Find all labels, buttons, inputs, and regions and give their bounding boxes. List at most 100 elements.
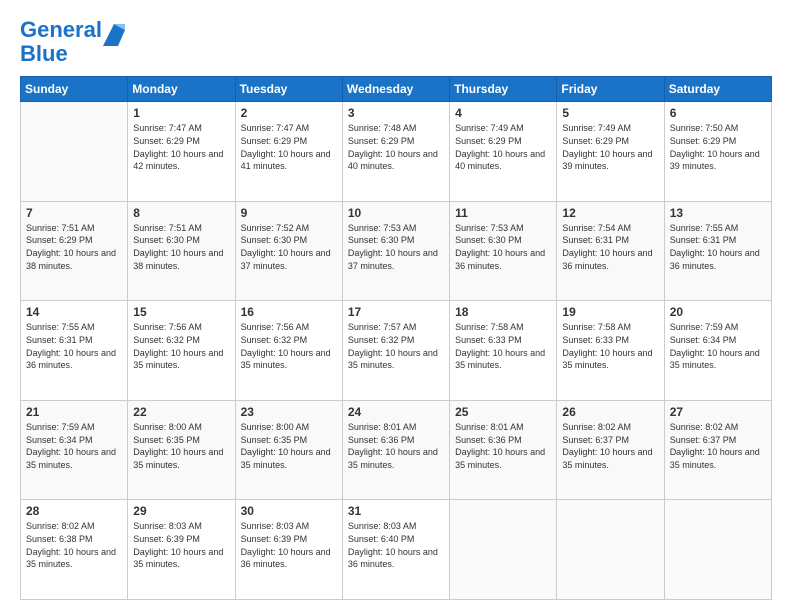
day-header-wednesday: Wednesday <box>342 77 449 102</box>
day-number: 4 <box>455 106 551 120</box>
day-info: Sunrise: 7:47 AM Sunset: 6:29 PM Dayligh… <box>241 122 337 172</box>
calendar-cell: 10 Sunrise: 7:53 AM Sunset: 6:30 PM Dayli… <box>342 201 449 301</box>
logo-blue: Blue <box>20 41 68 66</box>
calendar-cell: 15Sunrise: 7:56 AM Sunset: 6:32 PM Dayli… <box>128 301 235 401</box>
calendar-cell: 4 Sunrise: 7:49 AM Sunset: 6:29 PM Daylig… <box>450 102 557 202</box>
calendar-week-row: 28Sunrise: 8:02 AM Sunset: 6:38 PM Dayli… <box>21 500 772 600</box>
day-info: Sunrise: 7:50 AM Sunset: 6:29 PM Dayligh… <box>670 122 766 172</box>
calendar-cell: 8 Sunrise: 7:51 AM Sunset: 6:30 PM Daylig… <box>128 201 235 301</box>
day-number: 23 <box>241 405 337 419</box>
calendar-cell: 14Sunrise: 7:55 AM Sunset: 6:31 PM Dayli… <box>21 301 128 401</box>
calendar-week-row: 14Sunrise: 7:55 AM Sunset: 6:31 PM Dayli… <box>21 301 772 401</box>
day-number: 19 <box>562 305 658 319</box>
calendar-cell: 2 Sunrise: 7:47 AM Sunset: 6:29 PM Daylig… <box>235 102 342 202</box>
day-info: Sunrise: 7:53 AM Sunset: 6:30 PM Dayligh… <box>455 222 551 272</box>
day-number: 10 <box>348 206 444 220</box>
day-header-thursday: Thursday <box>450 77 557 102</box>
day-info: Sunrise: 7:56 AM Sunset: 6:32 PM Dayligh… <box>133 321 229 371</box>
day-header-friday: Friday <box>557 77 664 102</box>
logo-chevron-icon <box>103 18 125 46</box>
day-number: 5 <box>562 106 658 120</box>
day-info: Sunrise: 7:59 AM Sunset: 6:34 PM Dayligh… <box>670 321 766 371</box>
day-number: 14 <box>26 305 122 319</box>
day-header-sunday: Sunday <box>21 77 128 102</box>
calendar-cell: 19 Sunrise: 7:58 AM Sunset: 6:33 PM Dayli… <box>557 301 664 401</box>
day-info: Sunrise: 8:03 AM Sunset: 6:39 PM Dayligh… <box>241 520 337 570</box>
day-number: 29 <box>133 504 229 518</box>
calendar-cell: 29 Sunrise: 8:03 AM Sunset: 6:39 PM Dayli… <box>128 500 235 600</box>
day-number: 18 <box>455 305 551 319</box>
calendar-week-row: 21Sunrise: 7:59 AM Sunset: 6:34 PM Dayli… <box>21 400 772 500</box>
day-number: 6 <box>670 106 766 120</box>
day-header-saturday: Saturday <box>664 77 771 102</box>
day-header-monday: Monday <box>128 77 235 102</box>
calendar-cell: 5 Sunrise: 7:49 AM Sunset: 6:29 PM Daylig… <box>557 102 664 202</box>
calendar-cell <box>450 500 557 600</box>
day-number: 27 <box>670 405 766 419</box>
calendar-cell: 9 Sunrise: 7:52 AM Sunset: 6:30 PM Daylig… <box>235 201 342 301</box>
calendar-cell: 13 Sunrise: 7:55 AM Sunset: 6:31 PM Dayli… <box>664 201 771 301</box>
day-number: 3 <box>348 106 444 120</box>
day-number: 1 <box>133 106 229 120</box>
calendar-cell: 26 Sunrise: 8:02 AM Sunset: 6:37 PM Dayli… <box>557 400 664 500</box>
calendar-header-row: SundayMondayTuesdayWednesdayThursdayFrid… <box>21 77 772 102</box>
calendar-cell: 30Sunrise: 8:03 AM Sunset: 6:39 PM Dayli… <box>235 500 342 600</box>
day-info: Sunrise: 8:02 AM Sunset: 6:38 PM Dayligh… <box>26 520 122 570</box>
day-number: 17 <box>348 305 444 319</box>
day-info: Sunrise: 7:53 AM Sunset: 6:30 PM Dayligh… <box>348 222 444 272</box>
calendar-cell: 11 Sunrise: 7:53 AM Sunset: 6:30 PM Dayli… <box>450 201 557 301</box>
day-number: 26 <box>562 405 658 419</box>
day-number: 31 <box>348 504 444 518</box>
day-number: 13 <box>670 206 766 220</box>
logo-general: General <box>20 17 102 42</box>
calendar-week-row: 1 Sunrise: 7:47 AM Sunset: 6:29 PM Daylig… <box>21 102 772 202</box>
day-number: 8 <box>133 206 229 220</box>
day-info: Sunrise: 7:49 AM Sunset: 6:29 PM Dayligh… <box>455 122 551 172</box>
calendar-cell: 27Sunrise: 8:02 AM Sunset: 6:37 PM Dayli… <box>664 400 771 500</box>
day-info: Sunrise: 7:49 AM Sunset: 6:29 PM Dayligh… <box>562 122 658 172</box>
day-number: 12 <box>562 206 658 220</box>
day-info: Sunrise: 7:55 AM Sunset: 6:31 PM Dayligh… <box>670 222 766 272</box>
calendar-cell: 6 Sunrise: 7:50 AM Sunset: 6:29 PM Daylig… <box>664 102 771 202</box>
calendar-cell: 31Sunrise: 8:03 AM Sunset: 6:40 PM Dayli… <box>342 500 449 600</box>
day-info: Sunrise: 7:51 AM Sunset: 6:30 PM Dayligh… <box>133 222 229 272</box>
day-header-tuesday: Tuesday <box>235 77 342 102</box>
day-info: Sunrise: 8:02 AM Sunset: 6:37 PM Dayligh… <box>562 421 658 471</box>
day-number: 25 <box>455 405 551 419</box>
calendar-cell: 1 Sunrise: 7:47 AM Sunset: 6:29 PM Daylig… <box>128 102 235 202</box>
calendar-week-row: 7 Sunrise: 7:51 AM Sunset: 6:29 PM Daylig… <box>21 201 772 301</box>
day-number: 9 <box>241 206 337 220</box>
calendar-cell: 7 Sunrise: 7:51 AM Sunset: 6:29 PM Daylig… <box>21 201 128 301</box>
day-number: 24 <box>348 405 444 419</box>
calendar-cell: 25 Sunrise: 8:01 AM Sunset: 6:36 PM Dayli… <box>450 400 557 500</box>
day-info: Sunrise: 7:54 AM Sunset: 6:31 PM Dayligh… <box>562 222 658 272</box>
calendar-cell: 21Sunrise: 7:59 AM Sunset: 6:34 PM Dayli… <box>21 400 128 500</box>
day-info: Sunrise: 7:56 AM Sunset: 6:32 PM Dayligh… <box>241 321 337 371</box>
day-info: Sunrise: 7:47 AM Sunset: 6:29 PM Dayligh… <box>133 122 229 172</box>
day-info: Sunrise: 7:51 AM Sunset: 6:29 PM Dayligh… <box>26 222 122 272</box>
calendar-cell: 28Sunrise: 8:02 AM Sunset: 6:38 PM Dayli… <box>21 500 128 600</box>
calendar-cell: 22Sunrise: 8:00 AM Sunset: 6:35 PM Dayli… <box>128 400 235 500</box>
day-number: 11 <box>455 206 551 220</box>
day-info: Sunrise: 8:00 AM Sunset: 6:35 PM Dayligh… <box>133 421 229 471</box>
calendar-cell: 3 Sunrise: 7:48 AM Sunset: 6:29 PM Daylig… <box>342 102 449 202</box>
page: General Blue SundayMondayTuesdayWednesda… <box>0 0 792 612</box>
day-info: Sunrise: 8:00 AM Sunset: 6:35 PM Dayligh… <box>241 421 337 471</box>
day-number: 7 <box>26 206 122 220</box>
day-number: 20 <box>670 305 766 319</box>
calendar-cell: 17 Sunrise: 7:57 AM Sunset: 6:32 PM Dayli… <box>342 301 449 401</box>
day-info: Sunrise: 8:03 AM Sunset: 6:39 PM Dayligh… <box>133 520 229 570</box>
day-info: Sunrise: 7:48 AM Sunset: 6:29 PM Dayligh… <box>348 122 444 172</box>
day-info: Sunrise: 7:52 AM Sunset: 6:30 PM Dayligh… <box>241 222 337 272</box>
day-info: Sunrise: 7:57 AM Sunset: 6:32 PM Dayligh… <box>348 321 444 371</box>
day-number: 2 <box>241 106 337 120</box>
calendar-cell <box>557 500 664 600</box>
calendar-cell: 16 Sunrise: 7:56 AM Sunset: 6:32 PM Dayli… <box>235 301 342 401</box>
calendar-cell: 12 Sunrise: 7:54 AM Sunset: 6:31 PM Dayli… <box>557 201 664 301</box>
day-number: 16 <box>241 305 337 319</box>
calendar-cell: 23 Sunrise: 8:00 AM Sunset: 6:35 PM Dayli… <box>235 400 342 500</box>
day-info: Sunrise: 7:59 AM Sunset: 6:34 PM Dayligh… <box>26 421 122 471</box>
day-info: Sunrise: 8:01 AM Sunset: 6:36 PM Dayligh… <box>455 421 551 471</box>
day-info: Sunrise: 7:58 AM Sunset: 6:33 PM Dayligh… <box>455 321 551 371</box>
day-info: Sunrise: 7:58 AM Sunset: 6:33 PM Dayligh… <box>562 321 658 371</box>
